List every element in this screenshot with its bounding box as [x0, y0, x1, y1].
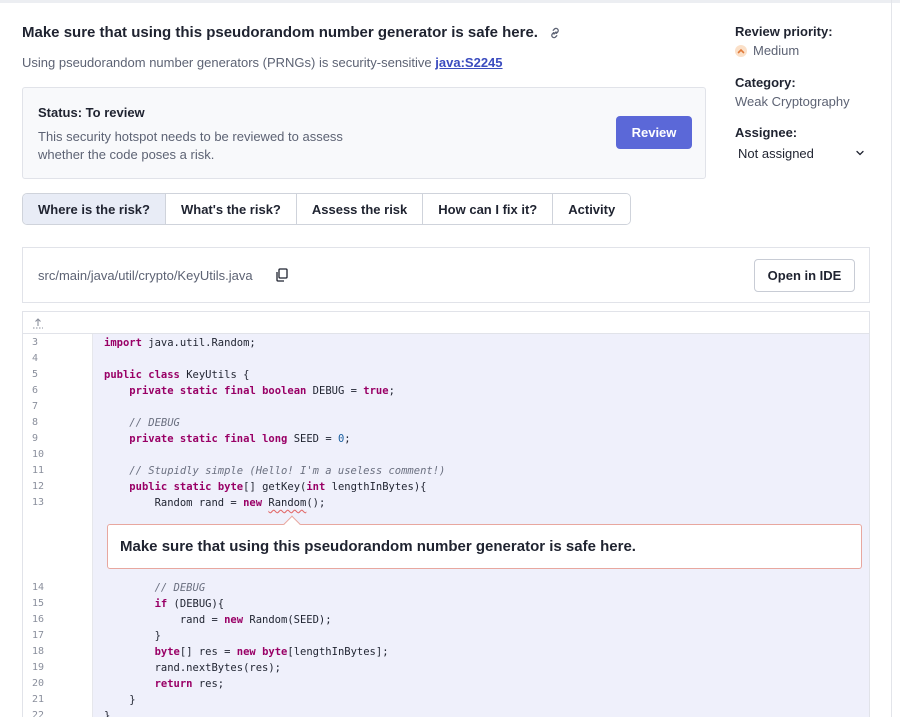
line-number: 12 — [32, 481, 45, 492]
code-line: 17 } — [23, 628, 869, 644]
code-text: private static final boolean DEBUG = tru… — [129, 385, 395, 397]
code-line: 16 rand = new Random(SEED); — [23, 612, 869, 628]
priority-section: Review priority: Medium — [735, 24, 833, 58]
code-text: private static final long SEED = 0; — [129, 433, 351, 445]
expand-up-icon[interactable] — [32, 316, 44, 329]
status-description: This security hotspot needs to be review… — [38, 129, 343, 162]
hotspot-subtitle: Using pseudorandom number generators (PR… — [22, 55, 503, 70]
copy-icon[interactable] — [274, 267, 290, 283]
line-number: 6 — [32, 385, 39, 396]
code-text: rand = new Random(SEED); — [104, 614, 332, 626]
review-button[interactable]: Review — [616, 116, 692, 149]
code-line: 8 // DEBUG — [23, 415, 869, 431]
priority-label: Review priority: — [735, 24, 833, 39]
issue-message: Make sure that using this pseudorandom n… — [120, 538, 636, 555]
code-line: 3 import java.util.Random; — [23, 335, 869, 351]
code-text: } — [104, 630, 161, 642]
priority-medium-icon — [735, 44, 747, 57]
rule-link[interactable]: java:S2245 — [435, 55, 502, 70]
status-panel: Status: To review This security hotspot … — [22, 87, 706, 179]
assignee-value: Not assigned — [738, 146, 814, 161]
issue-message-box: Make sure that using this pseudorandom n… — [107, 515, 862, 569]
line-number: 16 — [32, 614, 45, 625]
code-text: byte[] res = new byte[lengthInBytes]; — [154, 646, 389, 658]
code-text: // DEBUG — [104, 582, 206, 594]
code-text: return res; — [154, 678, 225, 690]
line-number: 15 — [32, 598, 45, 609]
code-text: Random rand = new Random(); — [104, 497, 326, 509]
line-number: 3 — [32, 337, 39, 348]
line-number: 8 — [32, 417, 39, 428]
line-number: 20 — [32, 678, 45, 689]
code-line: 5 public class KeyUtils { — [23, 367, 869, 383]
line-number: 19 — [32, 662, 45, 673]
tab-how-can-i-fix-it[interactable]: How can I fix it? — [423, 194, 554, 224]
code-line: 14 // DEBUG — [23, 580, 869, 596]
line-number: 5 — [32, 369, 39, 380]
subtitle-text: Using pseudorandom number generators (PR… — [22, 55, 432, 70]
top-edge — [0, 0, 900, 3]
tab-assess-the-risk[interactable]: Assess the risk — [296, 194, 424, 224]
file-header: src/main/java/util/crypto/KeyUtils.java … — [22, 247, 870, 303]
status-title: Status: To review — [38, 105, 145, 120]
link-icon[interactable] — [548, 26, 562, 40]
code-line: 10 — [23, 447, 869, 463]
panel-divider — [891, 0, 892, 717]
tab-activity[interactable]: Activity — [553, 194, 631, 224]
code-text: rand.nextBytes(res); — [104, 662, 282, 674]
file-path: src/main/java/util/crypto/KeyUtils.java — [38, 268, 253, 283]
code-text: public class KeyUtils { — [104, 369, 250, 381]
hotspot-tabs: Where is the risk? What's the risk? Asse… — [22, 193, 632, 225]
hotspot-header: Make sure that using this pseudorandom n… — [22, 24, 562, 41]
code-line: 9 private static final long SEED = 0; — [23, 431, 869, 447]
code-text: } — [104, 694, 136, 706]
line-number: 9 — [32, 433, 39, 444]
tab-where-is-the-risk[interactable]: Where is the risk? — [23, 194, 166, 224]
line-number: 4 — [32, 353, 39, 364]
line-number: 21 — [32, 694, 45, 705]
code-viewer: 3 import java.util.Random; 4 5 public class … — [22, 311, 870, 717]
code-line: 15 if (DEBUG){ — [23, 596, 869, 612]
chevron-down-icon — [855, 146, 865, 161]
code-text: } — [104, 710, 111, 717]
assignee-label: Assignee: — [735, 125, 798, 140]
line-number: 18 — [32, 646, 45, 657]
line-number: 14 — [32, 582, 45, 593]
code-line: 4 — [23, 351, 869, 367]
category-label: Category: — [735, 75, 796, 90]
line-number: 17 — [32, 630, 45, 641]
expand-row[interactable] — [23, 312, 869, 334]
category-section: Category: Weak Cryptography — [735, 75, 850, 109]
assignee-select[interactable]: Not assigned — [735, 146, 865, 161]
code-line: 13 Random rand = new Random(); — [23, 495, 869, 511]
code-line: 7 — [23, 399, 869, 415]
code-text: import java.util.Random; — [104, 337, 256, 349]
line-number: 22 — [32, 710, 45, 717]
line-number: 7 — [32, 401, 39, 412]
tab-whats-the-risk[interactable]: What's the risk? — [165, 194, 297, 224]
code-line: 22} — [23, 708, 869, 717]
code-line: 12 public static byte[] getKey(int lengt… — [23, 479, 869, 495]
assignee-section: Assignee: Not assigned — [735, 125, 865, 161]
code-text: public static byte[] getKey(int lengthIn… — [129, 481, 427, 493]
priority-value: Medium — [753, 43, 800, 58]
priority-value-row: Medium — [735, 43, 833, 58]
hotspot-title: Make sure that using this pseudorandom n… — [22, 24, 538, 41]
code-line: 11 // Stupidly simple (Hello! I'm a usel… — [23, 463, 869, 479]
code-text: if (DEBUG){ — [154, 598, 225, 610]
code-line: 6 private static final boolean DEBUG = t… — [23, 383, 869, 399]
code-line: 18 byte[] res = new byte[lengthInBytes]; — [23, 644, 869, 660]
line-number: 11 — [32, 465, 45, 476]
line-number: 10 — [32, 449, 45, 460]
code-text: // Stupidly simple (Hello! I'm a useless… — [104, 465, 446, 477]
code-text: // DEBUG — [104, 417, 180, 429]
line-number: 13 — [32, 497, 45, 508]
open-in-ide-button[interactable]: Open in IDE — [754, 259, 855, 292]
code-line: 21 } — [23, 692, 869, 708]
code-line: 20 return res; — [23, 676, 869, 692]
category-value: Weak Cryptography — [735, 94, 850, 109]
code-line: 19 rand.nextBytes(res); — [23, 660, 869, 676]
